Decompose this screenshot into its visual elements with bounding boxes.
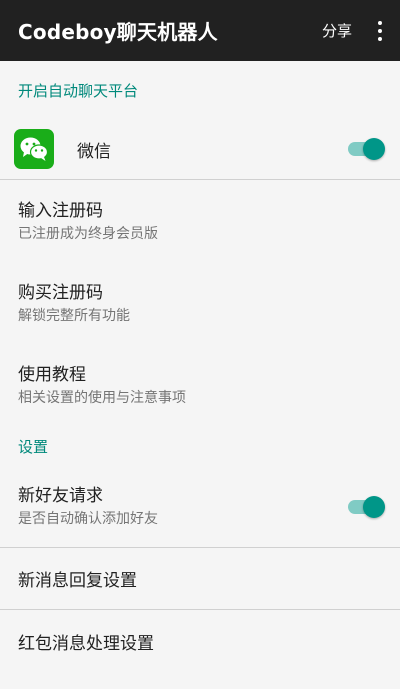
app-title: Codeboy聊天机器人	[18, 20, 218, 44]
friend-request-texts: 新好友请求 是否自动确认添加好友	[18, 484, 346, 529]
buy-code-subtitle: 解锁完整所有功能	[18, 307, 130, 324]
friend-request-item[interactable]: 新好友请求 是否自动确认添加好友	[0, 466, 400, 548]
tutorial-title: 使用教程	[18, 364, 86, 385]
friend-request-title: 新好友请求	[18, 486, 103, 506]
wechat-icon	[14, 129, 54, 169]
more-vert-icon[interactable]	[368, 11, 392, 51]
section-header-settings: 设置	[18, 437, 49, 456]
section-header-platform: 开启自动聊天平台	[18, 81, 139, 100]
wechat-toggle[interactable]	[346, 137, 386, 161]
red-packet-title: 红包消息处理设置	[18, 633, 154, 654]
friend-request-subtitle: 是否自动确认添加好友	[18, 511, 158, 527]
tutorial-subtitle: 相关设置的使用与注意事项	[18, 389, 186, 406]
share-button[interactable]: 分享	[322, 20, 352, 41]
message-reply-title: 新消息回复设置	[18, 571, 137, 591]
wechat-label: 微信	[77, 141, 111, 162]
wechat-row[interactable]: 微信	[0, 119, 400, 180]
toggle-thumb	[363, 138, 385, 160]
message-reply-item[interactable]: 新消息回复设置	[0, 548, 400, 610]
register-code-subtitle: 已注册成为终身会员版	[18, 225, 158, 242]
red-packet-item[interactable]: 红包消息处理设置	[0, 610, 400, 672]
tutorial-item[interactable]: 使用教程 相关设置的使用与注意事项	[0, 344, 400, 426]
register-code-item[interactable]: 输入注册码 已注册成为终身会员版	[0, 180, 400, 262]
toggle-thumb	[363, 495, 385, 518]
buy-code-title: 购买注册码	[18, 282, 103, 303]
top-app-bar: Codeboy聊天机器人 分享	[0, 0, 400, 61]
register-code-title: 输入注册码	[18, 200, 103, 221]
buy-code-item[interactable]: 购买注册码 解锁完整所有功能	[0, 262, 400, 344]
app-screen: Codeboy聊天机器人 分享 开启自动聊天平台 微信 输入注册码 已注册成为终…	[0, 0, 400, 689]
friend-request-toggle[interactable]	[346, 495, 386, 519]
